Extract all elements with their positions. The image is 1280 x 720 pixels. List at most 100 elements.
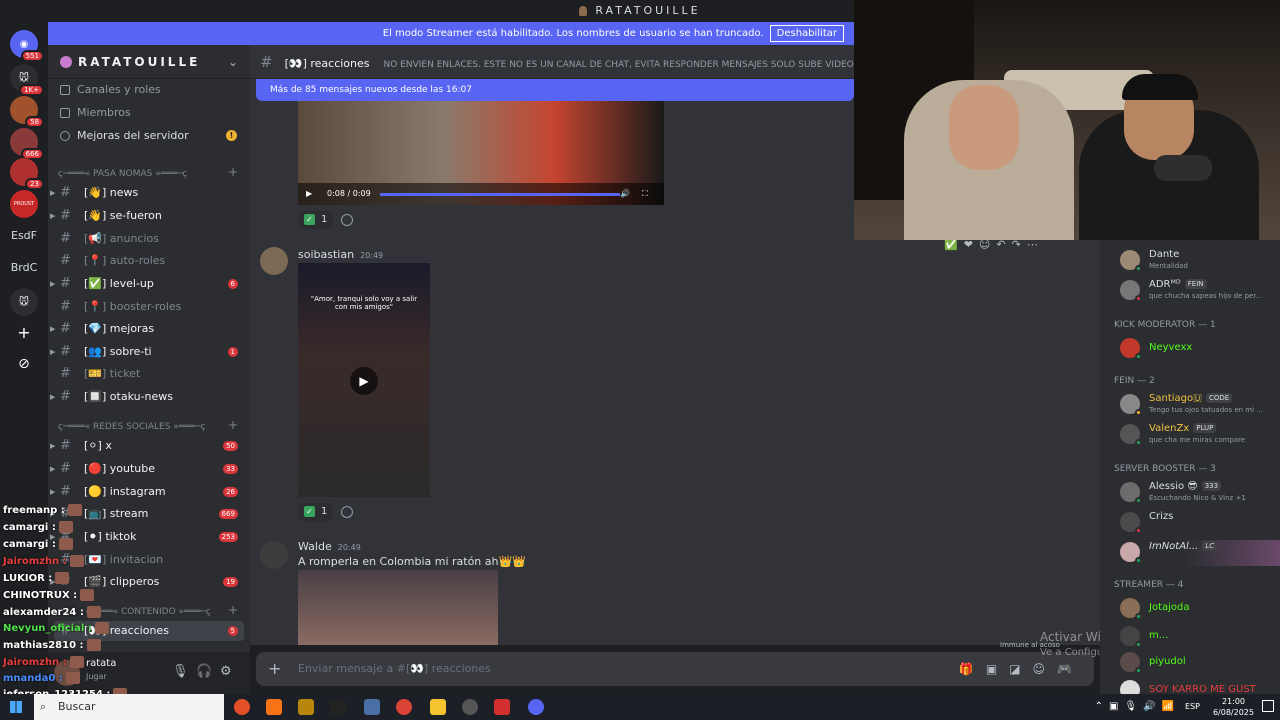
channels-roles-link[interactable]: Canales y roles	[60, 81, 161, 99]
mention-badge: 23	[25, 178, 44, 190]
play-icon[interactable]: ▶	[350, 367, 378, 395]
member-item[interactable]: ImNotAl... LC	[1120, 540, 1280, 566]
server-icon-5[interactable]: 🐭	[10, 288, 38, 316]
hash-icon: #	[60, 276, 71, 291]
app-icon[interactable]	[266, 699, 282, 715]
author-name[interactable]: soibastian	[298, 248, 354, 261]
author-name[interactable]: Walde	[298, 540, 332, 553]
channel-news[interactable]: ▶ # [👋] news	[50, 183, 244, 203]
member-item[interactable]: ValenZx PLUP que cha me miras compare	[1120, 422, 1280, 448]
microphone-icon[interactable]: 🎙	[172, 664, 189, 679]
message-composer[interactable]: + Enviar mensaje a #[👀] reacciones 🎁▣◪☺🎮	[256, 652, 1094, 686]
discover-icon[interactable]: ⊘	[10, 350, 38, 378]
channel-auto-roles[interactable]: # [📍] auto-roles	[54, 251, 244, 271]
member-item[interactable]: SOY KARRO ME GUST	[1120, 678, 1280, 694]
avatar	[1120, 482, 1142, 504]
member-item[interactable]: Alessio 😎 333 Escuchando Nico & Vinz +1	[1120, 480, 1280, 506]
channel-anuncios[interactable]: # [📢] anuncios	[54, 229, 244, 249]
server-icon-brdc[interactable]: BrdC	[4, 261, 44, 274]
apps-icon[interactable]: 🎮	[1057, 662, 1084, 676]
add-channel-icon[interactable]: +	[228, 603, 238, 617]
member-item[interactable]: Jotajoda	[1120, 596, 1280, 622]
avatar[interactable]	[260, 541, 288, 569]
taskbar-search[interactable]: ⌕ Buscar	[34, 694, 224, 720]
gift-icon[interactable]: 🎁	[959, 662, 986, 676]
add-reaction-icon[interactable]	[341, 506, 353, 518]
server-icon-esdf[interactable]: EsdF	[4, 229, 44, 242]
volume-icon[interactable]: 🔊	[620, 183, 630, 205]
fullscreen-icon[interactable]: ⛶	[642, 183, 648, 205]
member-item[interactable]: Crizs	[1120, 510, 1280, 536]
avatar[interactable]	[260, 247, 288, 275]
language-indicator[interactable]: ESP	[1185, 694, 1200, 720]
play-icon[interactable]: ▶	[306, 183, 312, 205]
members-link[interactable]: Miembros	[60, 104, 131, 122]
channel-sobre-ti[interactable]: ▶ # [👥] sobre-ti 1	[50, 342, 244, 362]
discord-home-icon[interactable]: ◉ 551	[10, 30, 44, 62]
video-thumbnail[interactable]: "Amor, tranqui solo voy a salir con mis …	[298, 263, 430, 497]
gif-icon[interactable]: ▣	[986, 662, 1009, 676]
notification-icon[interactable]	[1262, 700, 1274, 712]
channel-level-up[interactable]: ▶ # [✅] level-up 6	[50, 274, 244, 294]
server-icon-2[interactable]: 58	[10, 96, 44, 128]
channel-tiktok[interactable]: ▶ # [⚫] tiktok 253	[50, 527, 244, 547]
category-redes-sociales[interactable]: ç─═══« REDES SOCIALES »═══─ç	[58, 420, 205, 434]
member-item[interactable]: piyudol	[1120, 650, 1280, 676]
discord-icon[interactable]	[528, 699, 544, 715]
app-icon[interactable]	[298, 699, 314, 715]
member-item[interactable]: m...	[1120, 624, 1280, 650]
sticker-icon[interactable]: ◪	[1009, 662, 1032, 676]
online-status-icon	[1135, 353, 1142, 360]
member-item[interactable]: Dante Mentalidad	[1120, 248, 1280, 274]
windows-start-icon[interactable]	[10, 701, 22, 713]
channel-instagram[interactable]: ▶ # [🟡] instagram 26	[50, 482, 244, 502]
channel-se-fueron[interactable]: ▶ # [👋] se-fueron	[50, 206, 244, 226]
emoji-icon[interactable]: ☺	[1033, 662, 1058, 676]
member-item[interactable]: ADRᴹᴰ FEIN que chucha sapeas hijo de per..…	[1120, 278, 1280, 304]
disable-streamer-button[interactable]: Deshabilitar	[769, 25, 844, 42]
category-contenido[interactable]: ç─═══« CONTENIDO »═══─ç	[86, 605, 211, 619]
channel-otaku-news[interactable]: ▶ # [🔲] otaku-news	[50, 387, 244, 407]
system-tray[interactable]: ⌃▣🎙🔊📶	[1095, 694, 1180, 720]
add-reaction-icon[interactable]	[341, 214, 353, 226]
search-icon: ⌕	[40, 700, 47, 713]
channel-mejoras[interactable]: ▶ # [💎] mejoras	[50, 319, 244, 339]
add-attachment-icon[interactable]: +	[268, 652, 281, 686]
server-icon-prout[interactable]: PROUST	[10, 190, 38, 218]
image-attachment[interactable]	[298, 570, 498, 645]
video-player[interactable]: ▶ 0:08 / 0:09 🔊 ⛶	[298, 101, 664, 205]
chrome-icon[interactable]	[234, 699, 250, 715]
add-channel-icon[interactable]: +	[228, 165, 238, 179]
reaction-checkmark[interactable]: ✓ 1	[298, 211, 334, 229]
channel-stream[interactable]: ▶ # [📺] stream 669	[50, 504, 244, 524]
channel-x[interactable]: ▶ # [⚪] x 50	[50, 436, 244, 456]
obs-icon[interactable]	[462, 699, 478, 715]
taskbar-clock[interactable]: 21:00 6/08/2025	[1213, 696, 1254, 718]
category-pasa-nomas[interactable]: ç─═══« PASA NOMAS »═══─ç	[58, 167, 187, 181]
add-server-icon[interactable]: +	[10, 318, 38, 346]
server-header[interactable]: RATATOUILLE ⌄	[48, 45, 250, 79]
gear-icon[interactable]: ⚙	[220, 664, 232, 679]
server-icon-4[interactable]: 23	[10, 158, 44, 190]
mention-badge: 551	[20, 50, 44, 62]
channel-booster-roles[interactable]: # [📍] booster-roles	[54, 297, 244, 317]
role-header: SERVER BOOSTER — 3	[1114, 464, 1216, 474]
server-icon-ratatouille[interactable]: 🐭 1K+	[10, 64, 44, 96]
chrome-icon[interactable]	[396, 699, 412, 715]
member-item[interactable]: Santiago🇺 CODE Tengo tus ojos tatuados en …	[1120, 392, 1280, 418]
headphones-icon[interactable]: 🎧	[196, 664, 212, 679]
server-boost-link[interactable]: Mejoras del servidor	[60, 127, 189, 145]
reaction-checkmark[interactable]: ✓ 1	[298, 503, 334, 521]
app-icon[interactable]	[364, 699, 380, 715]
channel-youtube[interactable]: ▶ # [🔴] youtube 33	[50, 459, 244, 479]
video-progress-bar[interactable]	[380, 193, 620, 196]
add-channel-icon[interactable]: +	[228, 418, 238, 432]
new-messages-bar[interactable]: Más de 85 mensajes nuevos desde las 16:0…	[256, 79, 854, 101]
folder-icon[interactable]	[430, 699, 446, 715]
channel-prefix: [👥]	[84, 345, 107, 358]
app-icon[interactable]	[330, 699, 346, 715]
member-item[interactable]: Neyvexx	[1120, 336, 1280, 362]
server-icon-3[interactable]: 666	[10, 128, 44, 160]
app-icon[interactable]	[494, 699, 510, 715]
channel-ticket[interactable]: # [🎫] ticket	[54, 364, 244, 384]
